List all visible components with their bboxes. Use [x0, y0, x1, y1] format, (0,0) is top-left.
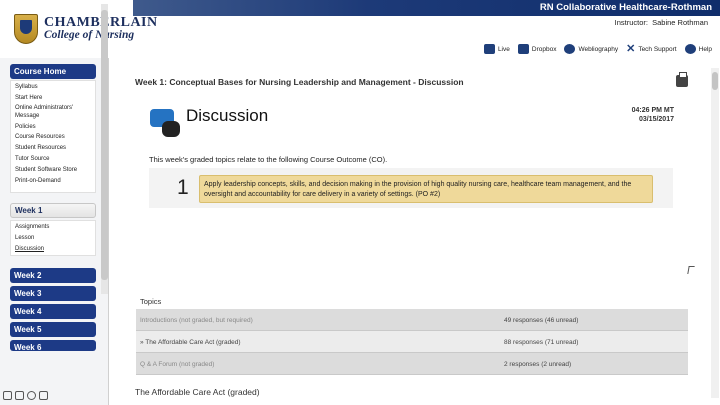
logo-text-secondary: College of Nursing	[44, 29, 135, 41]
live-button[interactable]: Live	[483, 44, 510, 54]
discussion-chat-icon	[150, 109, 182, 139]
header: RN Collaborative Healthcare-Rothman Inst…	[0, 0, 720, 58]
help-label: Help	[698, 45, 712, 53]
sidebar-link-software-store[interactable]: Student Software Store	[11, 165, 95, 176]
outcome-number: 1	[177, 176, 189, 199]
printer-icon[interactable]	[676, 72, 688, 87]
instructor-label: Instructor:	[614, 18, 648, 27]
help-button[interactable]: Help	[684, 44, 712, 54]
week-1-links: Assignments Lesson Discussion	[10, 220, 96, 256]
week-5-button[interactable]: Week 5	[10, 322, 96, 337]
sidebar-link-syllabus[interactable]: Syllabus	[11, 82, 95, 93]
timestamp-time: 04:26 PM MT	[631, 107, 674, 114]
sidebar-link-lesson[interactable]: Lesson	[11, 233, 95, 244]
tech-support-label: Tech Support	[638, 45, 677, 53]
course-title: RN Collaborative Healthcare-Rothman	[539, 2, 712, 13]
topic-responses: 88 responses (71 unread)	[504, 339, 579, 346]
topic-name[interactable]: Q & A Forum (not graded)	[140, 361, 214, 368]
sidebar-link-start-here[interactable]: Start Here	[11, 93, 95, 104]
live-label: Live	[497, 45, 510, 53]
week-6-button[interactable]: Week 6	[10, 340, 96, 352]
sidebar-link-assignments[interactable]: Assignments	[11, 222, 95, 233]
accessibility-icon[interactable]	[3, 391, 12, 400]
outcome-description: Apply leadership concepts, skills, and d…	[199, 175, 653, 203]
page-title: Discussion	[186, 106, 269, 125]
video-camera-icon	[483, 44, 495, 54]
sidebar-scrollbar-thumb[interactable]	[101, 10, 108, 280]
section-title: The Affordable Care Act (graded)	[135, 387, 260, 397]
main-scrollbar-thumb[interactable]	[712, 72, 718, 90]
course-home-links: Syllabus Start Here Online Administrator…	[10, 80, 96, 193]
page-heading: Week 1: Conceptual Bases for Nursing Lea…	[135, 77, 464, 87]
topics-table: Introductions (not graded, but required)…	[136, 309, 688, 375]
dropbox-label: Dropbox	[531, 45, 557, 53]
outcome-intro-text: This week's graded topics relate to the …	[149, 155, 388, 164]
topic-responses: 49 responses (46 unread)	[504, 317, 579, 324]
table-row[interactable]: Introductions (not graded, but required)…	[136, 309, 688, 331]
sidebar-link-print-on-demand[interactable]: Print-on-Demand	[11, 176, 95, 187]
fullscreen-icon[interactable]	[15, 391, 24, 400]
sidebar-link-student-resources[interactable]: Student Resources	[11, 143, 95, 154]
toolbar: Live Dropbox Webliography ✕ Tech Support…	[483, 43, 712, 55]
course-home-button[interactable]: Course Home	[10, 64, 96, 79]
timestamp-date: 03/15/2017	[638, 115, 674, 123]
topic-name[interactable]: Introductions (not graded, but required)	[140, 317, 253, 324]
globe-icon	[564, 44, 576, 54]
sidebar-link-tutor-source[interactable]: Tutor Source	[11, 154, 95, 165]
main-scrollbar-track[interactable]	[711, 68, 719, 398]
dropbox-button[interactable]: Dropbox	[517, 44, 557, 54]
logo-shield-icon	[14, 14, 38, 44]
sidebar-link-course-resources[interactable]: Course Resources	[11, 132, 95, 143]
power-icon[interactable]	[27, 391, 36, 400]
week-4-button[interactable]: Week 4	[10, 304, 96, 319]
table-row[interactable]: » The Affordable Care Act (graded) 88 re…	[136, 331, 688, 353]
webliography-label: Webliography	[578, 45, 619, 53]
wrench-icon: ✕	[626, 43, 636, 55]
sidebar-link-admin-message[interactable]: Online Administrators' Message	[11, 104, 95, 122]
info-icon	[684, 44, 696, 54]
table-row[interactable]: Q & A Forum (not graded) 2 responses (2 …	[136, 353, 688, 375]
sidebar-link-policies[interactable]: Policies	[11, 122, 95, 133]
user-icon[interactable]	[39, 391, 48, 400]
sidebar-link-discussion[interactable]: Discussion	[11, 244, 95, 255]
week-3-button[interactable]: Week 3	[10, 286, 96, 301]
topic-responses: 2 responses (2 unread)	[504, 361, 572, 368]
week-1-button[interactable]: Week 1	[10, 203, 96, 218]
week-2-button[interactable]: Week 2	[10, 268, 96, 283]
topics-heading: Topics	[140, 297, 162, 306]
sidebar-footer-icons	[3, 391, 48, 400]
tech-support-button[interactable]: ✕ Tech Support	[626, 43, 677, 55]
dropbox-icon	[517, 44, 529, 54]
course-title-bar: RN Collaborative Healthcare-Rothman	[133, 0, 720, 16]
instructor-info: Instructor: Sabine Rothman	[615, 18, 708, 27]
webliography-button[interactable]: Webliography	[564, 44, 618, 54]
instructor-name: Sabine Rothman	[652, 18, 708, 27]
timestamp: 04:26 PM MT 03/15/2017	[632, 107, 674, 124]
topic-name[interactable]: » The Affordable Care Act (graded)	[140, 339, 241, 346]
